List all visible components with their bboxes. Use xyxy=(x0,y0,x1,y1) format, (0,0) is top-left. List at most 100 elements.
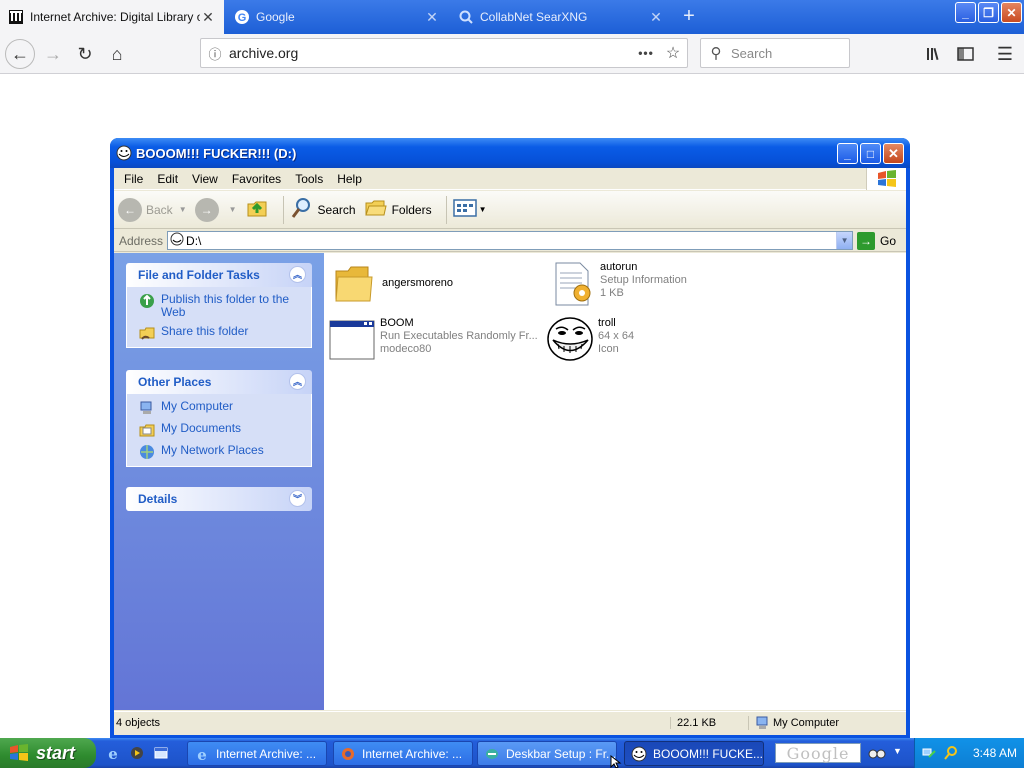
library-icon[interactable] xyxy=(920,39,950,69)
panel-header[interactable]: File and Folder Tasks ︽ xyxy=(126,263,312,287)
file-folder-tasks-panel: File and Folder Tasks ︽ Publish this fol… xyxy=(126,263,312,348)
url-bar[interactable]: ⓘ archive.org ••• ☆ xyxy=(200,38,688,68)
panel-header[interactable]: Other Places ︽ xyxy=(126,370,312,394)
internet-explorer-icon[interactable]: e xyxy=(104,744,122,762)
publish-folder-link[interactable]: Publish this folder to the Web xyxy=(139,293,301,319)
file-item-folder[interactable]: angersmoreno xyxy=(330,259,453,307)
back-arrow-icon: ← xyxy=(118,197,142,222)
search-icon[interactable] xyxy=(943,745,959,761)
start-button[interactable]: start xyxy=(0,738,96,768)
menu-edit[interactable]: Edit xyxy=(150,172,185,186)
panel-title: File and Folder Tasks xyxy=(138,268,260,282)
file-item-autorun[interactable]: autorun Setup Information 1 KB xyxy=(548,259,687,307)
my-network-places-link[interactable]: My Network Places xyxy=(139,444,301,460)
tab-searxng[interactable]: CollabNet SearXNG ✕ xyxy=(450,0,672,34)
close-button[interactable]: ✕ xyxy=(1001,2,1022,23)
sidebar-icon[interactable] xyxy=(951,39,981,69)
taskbar-item-label: Deskbar Setup : Fr... xyxy=(506,746,617,761)
panel-header[interactable]: Details ︾ xyxy=(126,487,312,511)
search-button[interactable]: Search xyxy=(290,196,356,223)
home-icon[interactable]: ⌂ xyxy=(102,39,132,69)
minimize-button[interactable]: _ xyxy=(955,2,976,23)
forward-button[interactable]: → ▼ xyxy=(194,197,237,222)
my-computer-icon xyxy=(139,400,155,416)
browser-window-controls: _ ❐ ✕ xyxy=(955,2,1022,23)
google-favicon-icon: G xyxy=(234,9,250,25)
close-button[interactable]: ✕ xyxy=(883,143,904,164)
url-text[interactable]: archive.org xyxy=(229,45,633,61)
chevron-down-icon[interactable]: ▼ xyxy=(179,205,187,214)
maximize-button[interactable]: ❐ xyxy=(978,2,999,23)
standard-toolbar: ← Back ▼ → ▼ Search Folders ▼ xyxy=(114,191,906,229)
back-arrow-icon[interactable]: ← xyxy=(5,39,35,69)
chevron-down-icon[interactable]: ▼ xyxy=(836,232,853,249)
page-actions-icon[interactable]: ••• xyxy=(633,46,659,60)
maximize-button[interactable]: □ xyxy=(860,143,881,164)
my-computer-link[interactable]: My Computer xyxy=(139,400,301,416)
chevron-down-icon[interactable]: ▼ xyxy=(229,205,237,214)
close-tab-icon[interactable]: ✕ xyxy=(200,9,216,26)
file-item-troll[interactable]: troll 64 x 64 Icon xyxy=(546,315,634,363)
address-field[interactable]: D:\ ▼ xyxy=(167,231,854,250)
forward-arrow-icon[interactable]: → xyxy=(38,39,68,69)
collapse-chevron-icon[interactable]: ︽ xyxy=(289,266,306,283)
my-documents-icon xyxy=(139,422,155,438)
file-name: troll xyxy=(598,317,616,329)
address-value[interactable]: D:\ xyxy=(186,234,836,248)
tab-google[interactable]: G Google ✕ xyxy=(226,0,448,34)
clock[interactable]: 3:48 AM xyxy=(973,746,1017,760)
close-tab-icon[interactable]: ✕ xyxy=(424,9,440,26)
search-icon xyxy=(290,196,314,223)
google-deskbar-input[interactable]: Google xyxy=(775,743,861,763)
taskbar-item-internet-archive-2[interactable]: Internet Archive: ... xyxy=(333,741,473,766)
media-player-icon[interactable] xyxy=(128,744,146,762)
reload-icon[interactable]: ↻ xyxy=(70,39,100,69)
taskbar-item-internet-archive-1[interactable]: e Internet Archive: ... xyxy=(187,741,327,766)
menu-file[interactable]: File xyxy=(117,172,150,186)
my-documents-link[interactable]: My Documents xyxy=(139,422,301,438)
menu-tools[interactable]: Tools xyxy=(288,172,330,186)
network-icon[interactable] xyxy=(921,745,937,761)
file-item-boom[interactable]: BOOM Run Executables Randomly Fr... mode… xyxy=(328,315,538,363)
site-info-icon[interactable]: ⓘ xyxy=(201,44,229,63)
tab-internet-archive[interactable]: Internet Archive: Digital Library of ✕ xyxy=(0,0,224,34)
search-icon: ⚲ xyxy=(710,45,722,62)
views-button[interactable]: ▼ xyxy=(452,198,487,221)
explorer-title-bar[interactable]: BOOOM!!! FUCKER!!! (D:) _ □ ✕ xyxy=(110,138,910,168)
taskbar-item-deskbar-setup[interactable]: Deskbar Setup : Fr... xyxy=(477,741,617,766)
taskbar-item-booom[interactable]: BOOOM!!! FUCKE... xyxy=(624,741,764,766)
menu-help[interactable]: Help xyxy=(330,172,369,186)
new-tab-button[interactable]: + xyxy=(674,4,704,30)
taskbar: start e e Internet Archive: ... Internet… xyxy=(0,738,1024,768)
show-desktop-icon[interactable] xyxy=(152,744,170,762)
bookmark-star-icon[interactable]: ☆ xyxy=(659,43,687,63)
minimize-button[interactable]: _ xyxy=(837,143,858,164)
go-button[interactable]: → Go xyxy=(857,231,896,250)
firefox-icon xyxy=(340,746,356,762)
toolbar-separator xyxy=(282,195,284,224)
deskbar-binoculars-icon[interactable] xyxy=(868,745,886,761)
collapse-chevron-icon[interactable]: ︽ xyxy=(289,373,306,390)
search-input[interactable]: ⚲ Search xyxy=(700,38,850,68)
tab-title: Internet Archive: Digital Library of xyxy=(30,10,200,24)
taskbar-item-label: BOOOM!!! FUCKE... xyxy=(653,746,764,761)
drive-icon xyxy=(168,232,186,249)
menu-favorites[interactable]: Favorites xyxy=(225,172,288,186)
file-dimensions: 64 x 64 xyxy=(598,330,635,342)
up-folder-button[interactable] xyxy=(245,196,269,223)
status-bar: 4 objects 22.1 KB My Computer xyxy=(114,711,906,733)
hamburger-menu-icon[interactable]: ☰ xyxy=(990,39,1020,69)
close-tab-icon[interactable]: ✕ xyxy=(648,9,664,26)
menu-view[interactable]: View xyxy=(185,172,225,186)
share-folder-link[interactable]: Share this folder xyxy=(139,325,301,341)
expand-chevron-icon[interactable]: ︾ xyxy=(289,490,306,507)
link-label: My Network Places xyxy=(161,443,264,457)
trollface-icon xyxy=(631,746,647,762)
link-label: My Documents xyxy=(161,421,242,435)
back-button[interactable]: ← Back ▼ xyxy=(118,197,187,222)
forward-arrow-icon: → xyxy=(194,197,219,222)
explorer-frame: File Edit View Favorites Tools Help ← Ba… xyxy=(114,168,906,735)
deskbar-dropdown-icon[interactable]: ▼ xyxy=(893,746,902,756)
folders-button[interactable]: Folders xyxy=(364,196,432,223)
taskbar-item-label: Internet Archive: ... xyxy=(216,746,317,761)
